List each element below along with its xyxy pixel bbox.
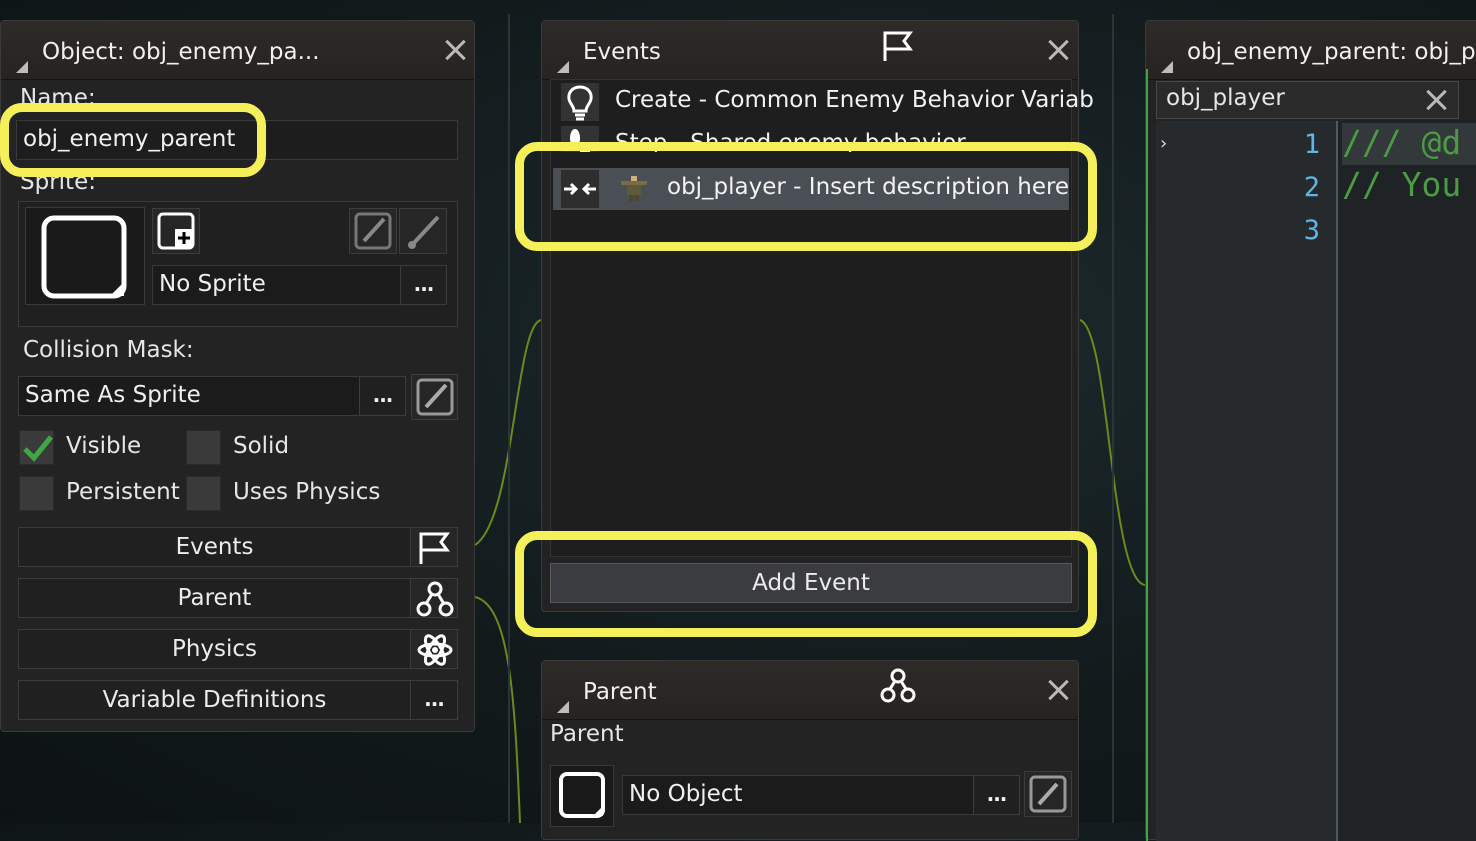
event-highlight: [515, 142, 1097, 251]
code-line: // You: [1342, 165, 1462, 204]
parent-object-field[interactable]: No Object: [622, 775, 975, 815]
resize-grip-icon[interactable]: [557, 701, 569, 713]
events-panel: Events Create - Common Enemy Behavior Va…: [541, 20, 1094, 612]
parent-hierarchy-button[interactable]: [410, 578, 458, 618]
solid-checkbox[interactable]: [186, 430, 221, 465]
empty-sprite-icon: [41, 215, 127, 299]
close-icon[interactable]: [1047, 39, 1069, 61]
object-panel-title: Object: obj_enemy_pa...: [42, 39, 320, 65]
events-flag-button[interactable]: [410, 527, 458, 567]
events-panel-title: Events: [583, 39, 661, 65]
events-panel-header[interactable]: Events: [542, 21, 1078, 80]
object-panel-header[interactable]: Object: obj_enemy_pa...: [1, 21, 474, 80]
physics-button[interactable]: Physics: [18, 629, 411, 669]
resize-grip-icon[interactable]: [16, 61, 28, 73]
parent-label: Parent: [550, 721, 624, 747]
code-gutter: › 1 2 3: [1156, 121, 1338, 841]
edit-sprite-button[interactable]: [349, 208, 397, 254]
persistent-checkbox[interactable]: [19, 476, 54, 511]
line-number: 1: [1303, 129, 1320, 160]
checkmark-icon: [23, 435, 53, 462]
add-event-highlight: [515, 531, 1097, 637]
parent-more-button[interactable]: ...: [973, 775, 1020, 815]
event-label: Create - Common Enemy Behavior Variab: [615, 87, 1094, 113]
collision-mask-field[interactable]: Same As Sprite: [18, 376, 360, 416]
fold-icon[interactable]: ›: [1160, 133, 1167, 154]
code-panel: obj_enemy_parent: obj_pl obj_player › 1 …: [1145, 20, 1476, 841]
hierarchy-icon: [880, 668, 916, 703]
parent-panel-header[interactable]: Parent: [542, 661, 1078, 720]
flag-icon: [883, 31, 913, 61]
code-line: /// @d: [1342, 123, 1462, 162]
parent-panel: Parent Parent No Object ...: [541, 660, 1079, 840]
parent-panel-title: Parent: [583, 679, 657, 705]
persistent-label: Persistent: [66, 479, 180, 505]
pencil-edit-icon: [1029, 775, 1067, 813]
sprite-field[interactable]: No Sprite: [152, 265, 401, 305]
new-sprite-button[interactable]: [152, 208, 200, 254]
code-tab[interactable]: obj_player: [1156, 81, 1459, 119]
code-tab-label: obj_player: [1166, 85, 1285, 111]
new-sprite-icon: [157, 212, 195, 250]
line-number: 2: [1303, 172, 1320, 203]
collision-edit-button[interactable]: [411, 374, 458, 420]
close-icon[interactable]: [444, 39, 466, 61]
uses-physics-label: Uses Physics: [233, 479, 381, 505]
uses-physics-checkbox[interactable]: [186, 476, 221, 511]
visible-label: Visible: [66, 433, 142, 459]
hierarchy-icon: [416, 581, 454, 617]
brush-button[interactable]: [399, 208, 447, 254]
event-row-create[interactable]: Create - Common Enemy Behavior Variab: [553, 81, 1094, 123]
code-text-area[interactable]: /// @d // You: [1342, 121, 1476, 841]
visible-checkbox[interactable]: [19, 430, 54, 465]
variable-definitions-button[interactable]: Variable Definitions: [18, 680, 411, 720]
events-button[interactable]: Events: [18, 527, 411, 567]
code-panel-title: obj_enemy_parent: obj_pl: [1187, 39, 1476, 65]
sprite-preview[interactable]: [25, 207, 145, 305]
lightbulb-icon: [561, 83, 599, 121]
variable-definitions-more-button[interactable]: ...: [410, 680, 458, 720]
close-tab-icon[interactable]: [1425, 89, 1447, 111]
parent-button[interactable]: Parent: [18, 578, 411, 618]
collision-more-button[interactable]: ...: [359, 376, 406, 416]
brush-edit-icon: [416, 378, 454, 416]
atom-icon: [417, 634, 453, 666]
flag-icon: [419, 532, 450, 564]
name-highlight: [0, 103, 266, 177]
brush-edit-icon: [354, 212, 392, 250]
sprite-more-button[interactable]: ...: [400, 265, 447, 305]
close-icon[interactable]: [1047, 679, 1069, 701]
line-number: 3: [1303, 215, 1320, 246]
collision-mask-label: Collision Mask:: [23, 337, 194, 363]
parent-edit-button[interactable]: [1024, 771, 1072, 817]
brush-icon: [408, 215, 440, 249]
parent-object-preview[interactable]: [550, 765, 614, 827]
resize-grip-icon[interactable]: [557, 61, 569, 73]
physics-atom-button[interactable]: [410, 629, 458, 669]
solid-label: Solid: [233, 433, 290, 459]
code-editor[interactable]: › 1 2 3 /// @d // You: [1156, 121, 1476, 841]
empty-object-icon: [559, 772, 605, 818]
